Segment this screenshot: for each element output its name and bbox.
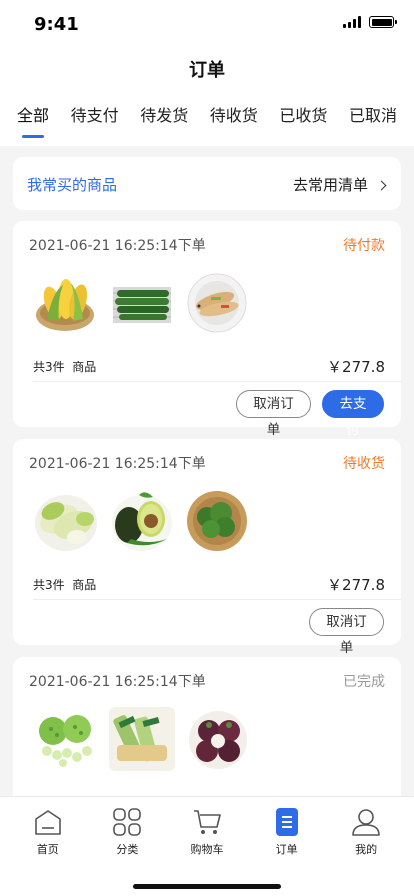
order-time: 2021-06-21 16:25:14下单 bbox=[29, 674, 206, 690]
cucumber-image bbox=[109, 271, 175, 335]
order-list[interactable]: 我常买的商品 去常用清单 2021-06-21 16:25:14下单 待付款 共… bbox=[0, 146, 414, 796]
nav-order-label: 订单 bbox=[275, 843, 298, 856]
nav-cart[interactable]: 购物车 bbox=[172, 807, 242, 857]
category-icon bbox=[112, 807, 142, 837]
chevron-right-icon bbox=[376, 180, 387, 190]
goods-label: 商品 bbox=[72, 360, 97, 374]
order-thumbnails bbox=[33, 489, 251, 553]
order-card[interactable]: 2021-06-21 16:25:14下单 已完成 bbox=[13, 657, 401, 796]
item-count: 共3件 bbox=[33, 578, 65, 592]
tab-pending-receipt[interactable]: 待收货 bbox=[210, 96, 258, 146]
home-indicator bbox=[133, 884, 281, 889]
nav-profile-label: 我的 bbox=[355, 843, 378, 856]
nav-category[interactable]: 分类 bbox=[92, 807, 162, 857]
order-card[interactable]: 2021-06-21 16:25:14下单 待付款 共3件 商品 ￥277.8 … bbox=[13, 221, 401, 438]
avocado-image bbox=[109, 489, 175, 553]
status-time: 9:41 bbox=[34, 14, 79, 35]
pay-button[interactable]: 去支付 bbox=[322, 390, 384, 438]
tab-received[interactable]: 已收货 bbox=[279, 96, 327, 146]
status-icons bbox=[343, 16, 397, 28]
order-thumbnails bbox=[33, 271, 251, 335]
bottom-nav: 首页 分类 购物车 订单 我的 bbox=[0, 796, 414, 896]
tab-cancelled[interactable]: 已取消 bbox=[349, 96, 397, 146]
go-to-list-label: 去常用清单 bbox=[292, 176, 368, 194]
nav-home-label: 首页 bbox=[36, 843, 59, 856]
battery-icon bbox=[369, 16, 397, 28]
status-bar: 9:41 bbox=[0, 0, 414, 48]
order-time: 2021-06-21 16:25:14下单 bbox=[29, 456, 206, 472]
order-summary: 共3件 商品 bbox=[33, 576, 96, 593]
nav-category-label: 分类 bbox=[116, 843, 139, 856]
order-status: 待收货 bbox=[343, 456, 385, 472]
order-price: ￥277.8 bbox=[327, 576, 385, 594]
lotus-seed-image bbox=[33, 707, 99, 771]
item-count: 共3件 bbox=[33, 360, 65, 374]
page-title: 订单 bbox=[0, 48, 414, 96]
tab-pending-shipment[interactable]: 待发货 bbox=[140, 96, 188, 146]
order-status: 待付款 bbox=[343, 238, 385, 254]
nav-order[interactable]: 订单 bbox=[252, 807, 322, 857]
divider bbox=[33, 599, 401, 600]
frequent-items-label: 我常买的商品 bbox=[27, 176, 118, 194]
nav-profile[interactable]: 我的 bbox=[331, 807, 401, 857]
cancel-order-button[interactable]: 取消订单 bbox=[309, 608, 384, 656]
cancel-order-button[interactable]: 取消订单 bbox=[236, 390, 311, 438]
frequent-items-card[interactable]: 我常买的商品 去常用清单 bbox=[13, 157, 401, 210]
order-price: ￥277.8 bbox=[327, 358, 385, 376]
profile-icon bbox=[351, 807, 381, 837]
broccoli-image bbox=[185, 489, 251, 553]
corn-image bbox=[33, 271, 99, 335]
divider bbox=[33, 381, 401, 382]
goods-label: 商品 bbox=[72, 578, 97, 592]
soybean-image bbox=[109, 707, 175, 771]
nav-home[interactable]: 首页 bbox=[13, 807, 83, 857]
order-icon bbox=[272, 807, 302, 837]
order-card[interactable]: 2021-06-21 16:25:14下单 待收货 共3件 商品 ￥277.8 … bbox=[13, 439, 401, 656]
order-tabs: 全部 待支付 待发货 待收货 已收货 已取消 bbox=[0, 96, 414, 146]
cart-icon bbox=[192, 807, 222, 837]
cabbage-image bbox=[33, 489, 99, 553]
order-summary: 共3件 商品 bbox=[33, 358, 96, 375]
signal-icon bbox=[343, 16, 361, 28]
tab-all[interactable]: 全部 bbox=[17, 96, 49, 146]
tab-pending-payment[interactable]: 待支付 bbox=[71, 96, 119, 146]
nav-cart-label: 购物车 bbox=[190, 843, 224, 856]
mangosteen-image bbox=[185, 707, 251, 771]
fish-image bbox=[185, 271, 251, 335]
order-status: 已完成 bbox=[343, 674, 385, 690]
order-time: 2021-06-21 16:25:14下单 bbox=[29, 238, 206, 254]
home-icon bbox=[33, 807, 63, 837]
go-to-list-link[interactable]: 去常用清单 bbox=[292, 174, 387, 195]
order-thumbnails bbox=[33, 707, 251, 771]
